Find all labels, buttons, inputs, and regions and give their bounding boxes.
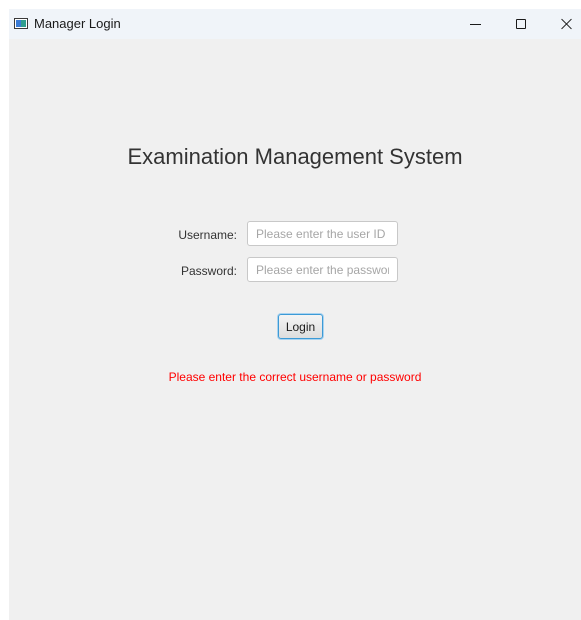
minimize-icon [470, 24, 481, 25]
maximize-icon [516, 19, 526, 29]
username-input[interactable] [247, 221, 398, 246]
error-message: Please enter the correct username or pas… [168, 370, 422, 384]
title-bar[interactable]: Manager Login [9, 9, 581, 39]
close-icon [561, 18, 573, 30]
password-label: Password: [180, 264, 237, 278]
background-strip [0, 0, 581, 9]
page-title: Examination Management System [127, 144, 463, 169]
login-window: Manager Login Examination Management Sys… [9, 9, 581, 620]
minimize-button[interactable] [452, 9, 498, 39]
close-button[interactable] [544, 9, 581, 39]
maximize-button[interactable] [498, 9, 544, 39]
username-label: Username: [178, 228, 237, 242]
login-button[interactable]: Login [278, 314, 323, 339]
app-window-icon [14, 18, 28, 29]
window-title: Manager Login [34, 16, 121, 31]
password-input[interactable] [247, 257, 398, 282]
